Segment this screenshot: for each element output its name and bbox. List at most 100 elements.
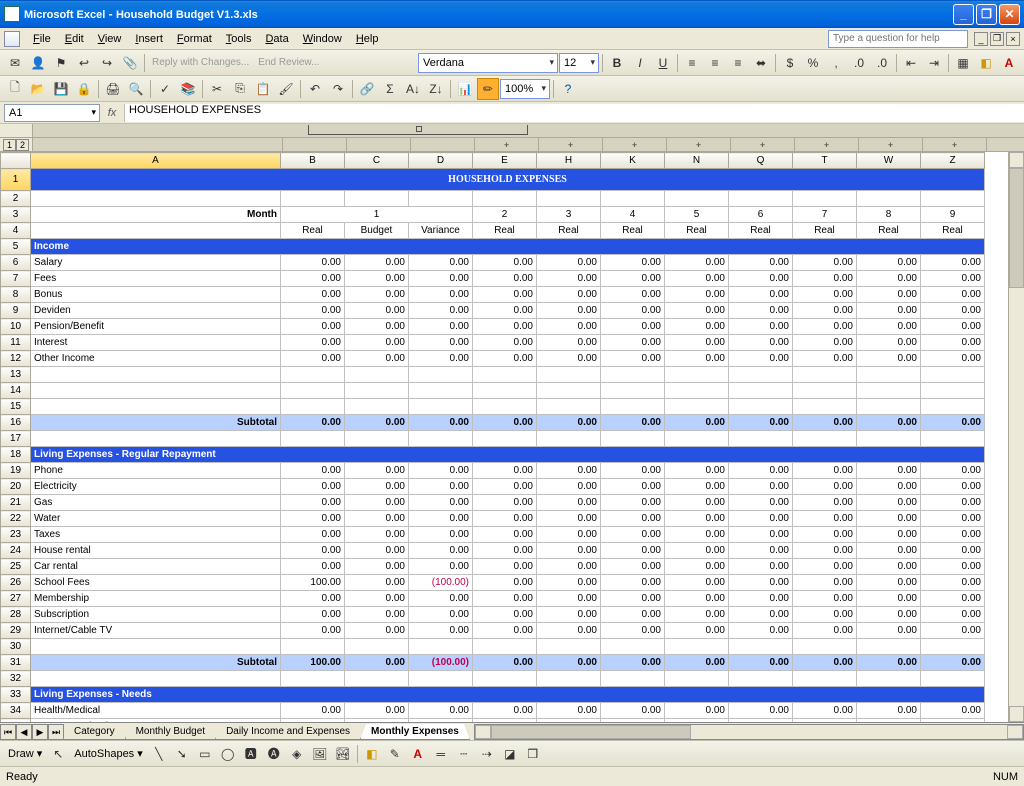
reply-changes-label[interactable]: Reply with Changes... — [148, 57, 253, 68]
cell[interactable]: 0.00 — [345, 543, 409, 559]
cell[interactable]: 0.00 — [473, 479, 537, 495]
header-cell[interactable]: 30 — [1, 639, 31, 655]
rectangle-icon[interactable]: ▭ — [194, 743, 216, 765]
cell[interactable]: 0.00 — [473, 575, 537, 591]
format-painter-icon[interactable]: 🖌 — [275, 78, 297, 100]
cell[interactable]: 0.00 — [793, 607, 857, 623]
cell[interactable]: 0.00 — [473, 335, 537, 351]
cell[interactable]: 0.00 — [793, 495, 857, 511]
cell[interactable]: 0.00 — [473, 703, 537, 719]
header-cell[interactable]: 19 — [1, 463, 31, 479]
header-cell[interactable]: K — [601, 153, 665, 169]
cell[interactable] — [409, 383, 473, 399]
wordart-icon[interactable]: 🅐 — [263, 743, 285, 765]
cell[interactable]: 0.00 — [601, 271, 665, 287]
cell[interactable]: 0.00 — [665, 287, 729, 303]
cell[interactable]: 0.00 — [537, 415, 601, 431]
cell[interactable] — [345, 367, 409, 383]
header-cell[interactable]: 3 — [1, 207, 31, 223]
header-cell[interactable]: 9 — [1, 303, 31, 319]
cell[interactable] — [665, 383, 729, 399]
cell[interactable]: 0.00 — [409, 495, 473, 511]
cell[interactable] — [665, 191, 729, 207]
cell[interactable]: 0.00 — [345, 623, 409, 639]
bold-button[interactable]: B — [606, 52, 628, 74]
cell[interactable]: Deviden — [31, 303, 281, 319]
cell[interactable]: 7 — [793, 207, 857, 223]
header-cell[interactable]: 22 — [1, 511, 31, 527]
cell[interactable]: 0.00 — [921, 607, 985, 623]
cell[interactable]: 0.00 — [537, 335, 601, 351]
autosum-icon[interactable]: Σ — [379, 78, 401, 100]
cell[interactable]: 0.00 — [921, 335, 985, 351]
menu-edit[interactable]: Edit — [58, 31, 91, 47]
cell[interactable] — [601, 383, 665, 399]
cell[interactable]: Real — [793, 223, 857, 239]
new-icon[interactable]: 🗋 — [4, 78, 26, 100]
cell[interactable] — [473, 383, 537, 399]
cell[interactable] — [537, 639, 601, 655]
cell[interactable]: 0.00 — [601, 463, 665, 479]
cell[interactable]: 0.00 — [409, 527, 473, 543]
close-button[interactable]: ✕ — [999, 4, 1020, 25]
cell[interactable] — [921, 383, 985, 399]
cell[interactable]: 0.00 — [601, 287, 665, 303]
header-cell[interactable]: Q — [729, 153, 793, 169]
header-cell[interactable]: 5 — [1, 239, 31, 255]
cell[interactable]: 0.00 — [729, 287, 793, 303]
header-cell[interactable]: 28 — [1, 607, 31, 623]
cell[interactable] — [345, 671, 409, 687]
cell[interactable]: Budget — [345, 223, 409, 239]
header-cell[interactable]: B — [281, 153, 345, 169]
cell[interactable]: 100.00 — [281, 655, 345, 671]
cell[interactable]: 0.00 — [281, 527, 345, 543]
cell[interactable] — [921, 191, 985, 207]
cell[interactable]: 0.00 — [857, 255, 921, 271]
cell[interactable]: 0.00 — [601, 479, 665, 495]
cell[interactable]: 0.00 — [665, 303, 729, 319]
cell[interactable]: 0.00 — [473, 719, 537, 723]
cell[interactable]: 0.00 — [537, 559, 601, 575]
cell[interactable] — [345, 431, 409, 447]
cell[interactable]: 0.00 — [281, 287, 345, 303]
cell[interactable]: 0.00 — [281, 415, 345, 431]
cell[interactable]: Health/Medical — [31, 703, 281, 719]
header-cell[interactable]: 18 — [1, 447, 31, 463]
tab-last-button[interactable]: ⏭ — [48, 724, 64, 740]
cell[interactable]: 0.00 — [857, 607, 921, 623]
cell[interactable]: 0.00 — [921, 591, 985, 607]
sheet-tab-category[interactable]: Category — [63, 724, 126, 740]
maximize-button[interactable]: ❐ — [976, 4, 997, 25]
diagram-icon[interactable]: ◈ — [286, 743, 308, 765]
cell[interactable]: 0.00 — [409, 543, 473, 559]
cell[interactable] — [793, 191, 857, 207]
cell[interactable]: 0.00 — [345, 303, 409, 319]
header-cell[interactable]: 21 — [1, 495, 31, 511]
cell[interactable]: 8 — [857, 207, 921, 223]
cell[interactable] — [793, 671, 857, 687]
cell[interactable]: 0.00 — [409, 255, 473, 271]
cell[interactable]: 0.00 — [793, 335, 857, 351]
cell[interactable]: 0.00 — [857, 655, 921, 671]
cell[interactable]: 0.00 — [409, 415, 473, 431]
cell[interactable]: 0.00 — [665, 591, 729, 607]
cell[interactable]: 0.00 — [665, 255, 729, 271]
cell[interactable]: 0.00 — [537, 479, 601, 495]
cell[interactable]: 0.00 — [537, 463, 601, 479]
cell[interactable]: 0.00 — [473, 623, 537, 639]
cell[interactable] — [31, 383, 281, 399]
cell[interactable]: 0.00 — [537, 703, 601, 719]
flag-icon[interactable]: ⚑ — [50, 52, 72, 74]
cell[interactable]: 0.00 — [473, 543, 537, 559]
cell[interactable] — [345, 383, 409, 399]
cell[interactable]: 0.00 — [473, 255, 537, 271]
cell[interactable]: Real — [601, 223, 665, 239]
cell[interactable]: Subtotal — [31, 415, 281, 431]
cell[interactable]: 0.00 — [473, 495, 537, 511]
cell[interactable]: 0.00 — [857, 335, 921, 351]
cell[interactable]: 0.00 — [665, 351, 729, 367]
cell[interactable] — [665, 639, 729, 655]
percent-button[interactable]: % — [802, 52, 824, 74]
cell[interactable]: 0.00 — [281, 271, 345, 287]
cell[interactable]: 2 — [473, 207, 537, 223]
